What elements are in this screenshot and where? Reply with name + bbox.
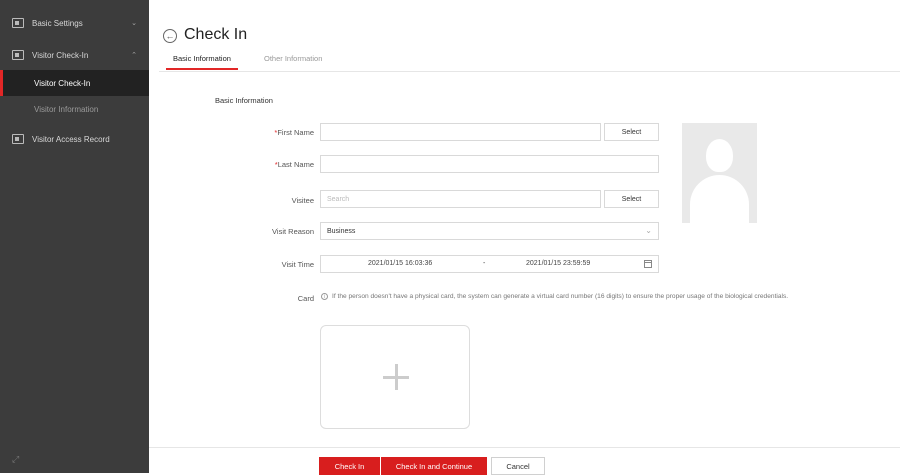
visitee-label: Visitee (291, 196, 314, 205)
last-name-input[interactable] (320, 155, 659, 173)
visit-time-separator: - (483, 260, 486, 267)
first-name-input[interactable] (320, 123, 601, 141)
back-arrow-icon[interactable]: ← (163, 29, 177, 43)
plus-icon-vertical (394, 364, 398, 390)
visitor-photo-placeholder[interactable] (682, 123, 757, 223)
visit-time-label: Visit Time (281, 260, 314, 269)
main-content: ← Check In Basic Information Other Infor… (149, 0, 900, 475)
nav-group-label: Visitor Check-In (32, 50, 89, 60)
tab-other-information[interactable]: Other Information (264, 54, 322, 69)
nav-group-label: Visitor Access Record (32, 134, 110, 144)
section-title: Basic Information (215, 96, 273, 105)
visitor-checkin-icon (12, 50, 24, 60)
sidebar: Basic Settings ⌄ Visitor Check-In ⌃ Visi… (0, 0, 149, 473)
last-name-label: *Last Name (274, 160, 314, 169)
visit-time-range-picker[interactable]: 2021/01/15 16:03:36 - 2021/01/15 23:59:5… (320, 255, 659, 273)
chevron-up-icon: ⌃ (131, 52, 137, 59)
card-label: Card (297, 294, 314, 303)
page-title: Check In (184, 26, 248, 43)
visit-reason-label: Visit Reason (272, 227, 314, 236)
first-name-label: *First Name (274, 128, 314, 137)
sidebar-item-label: Visitor Check-In (34, 78, 91, 88)
card-upload-area[interactable] (320, 325, 470, 429)
check-in-and-continue-button[interactable]: Check In and Continue (381, 457, 487, 475)
tab-basic-information[interactable]: Basic Information (166, 54, 238, 70)
visit-time-end: 2021/01/15 23:59:59 (526, 260, 591, 267)
card-hint: i If the person doesn't have a physical … (321, 293, 788, 300)
nav-group-visitor-access-record[interactable]: Visitor Access Record (0, 125, 149, 153)
sidebar-item-visitor-check-in[interactable]: Visitor Check-In (0, 70, 149, 96)
chevron-down-icon: ⌄ (645, 226, 652, 235)
nav-group-label: Basic Settings (32, 18, 83, 28)
chevron-down-icon: ⌄ (131, 20, 137, 27)
cancel-button[interactable]: Cancel (491, 457, 545, 475)
check-in-button[interactable]: Check In (319, 457, 380, 475)
visitee-select-button[interactable]: Select (604, 190, 659, 208)
card-hint-text: If the person doesn't have a physical ca… (332, 293, 789, 300)
calendar-icon (644, 260, 652, 268)
sidebar-item-label: Visitor Information (34, 104, 99, 114)
sidebar-item-visitor-information[interactable]: Visitor Information (0, 96, 149, 122)
avatar-body-shape (690, 175, 749, 223)
info-icon: i (321, 293, 328, 300)
settings-icon (12, 18, 24, 28)
access-record-icon (12, 134, 24, 144)
nav-group-basic-settings[interactable]: Basic Settings ⌄ (0, 9, 149, 37)
collapse-sidebar-icon[interactable]: ⤢ (12, 454, 19, 465)
visit-time-start: 2021/01/15 16:03:36 (368, 260, 433, 267)
first-name-select-button[interactable]: Select (604, 123, 659, 141)
visit-reason-select[interactable]: Business ⌄ (320, 222, 659, 240)
footer-bar: Check In Check In and Continue Cancel (149, 447, 900, 475)
visitee-search-input[interactable]: Search (320, 190, 601, 208)
nav-group-visitor-check-in[interactable]: Visitor Check-In ⌃ (0, 41, 149, 69)
avatar-head-shape (706, 139, 733, 172)
tab-bar: Basic Information Other Information (159, 52, 900, 72)
